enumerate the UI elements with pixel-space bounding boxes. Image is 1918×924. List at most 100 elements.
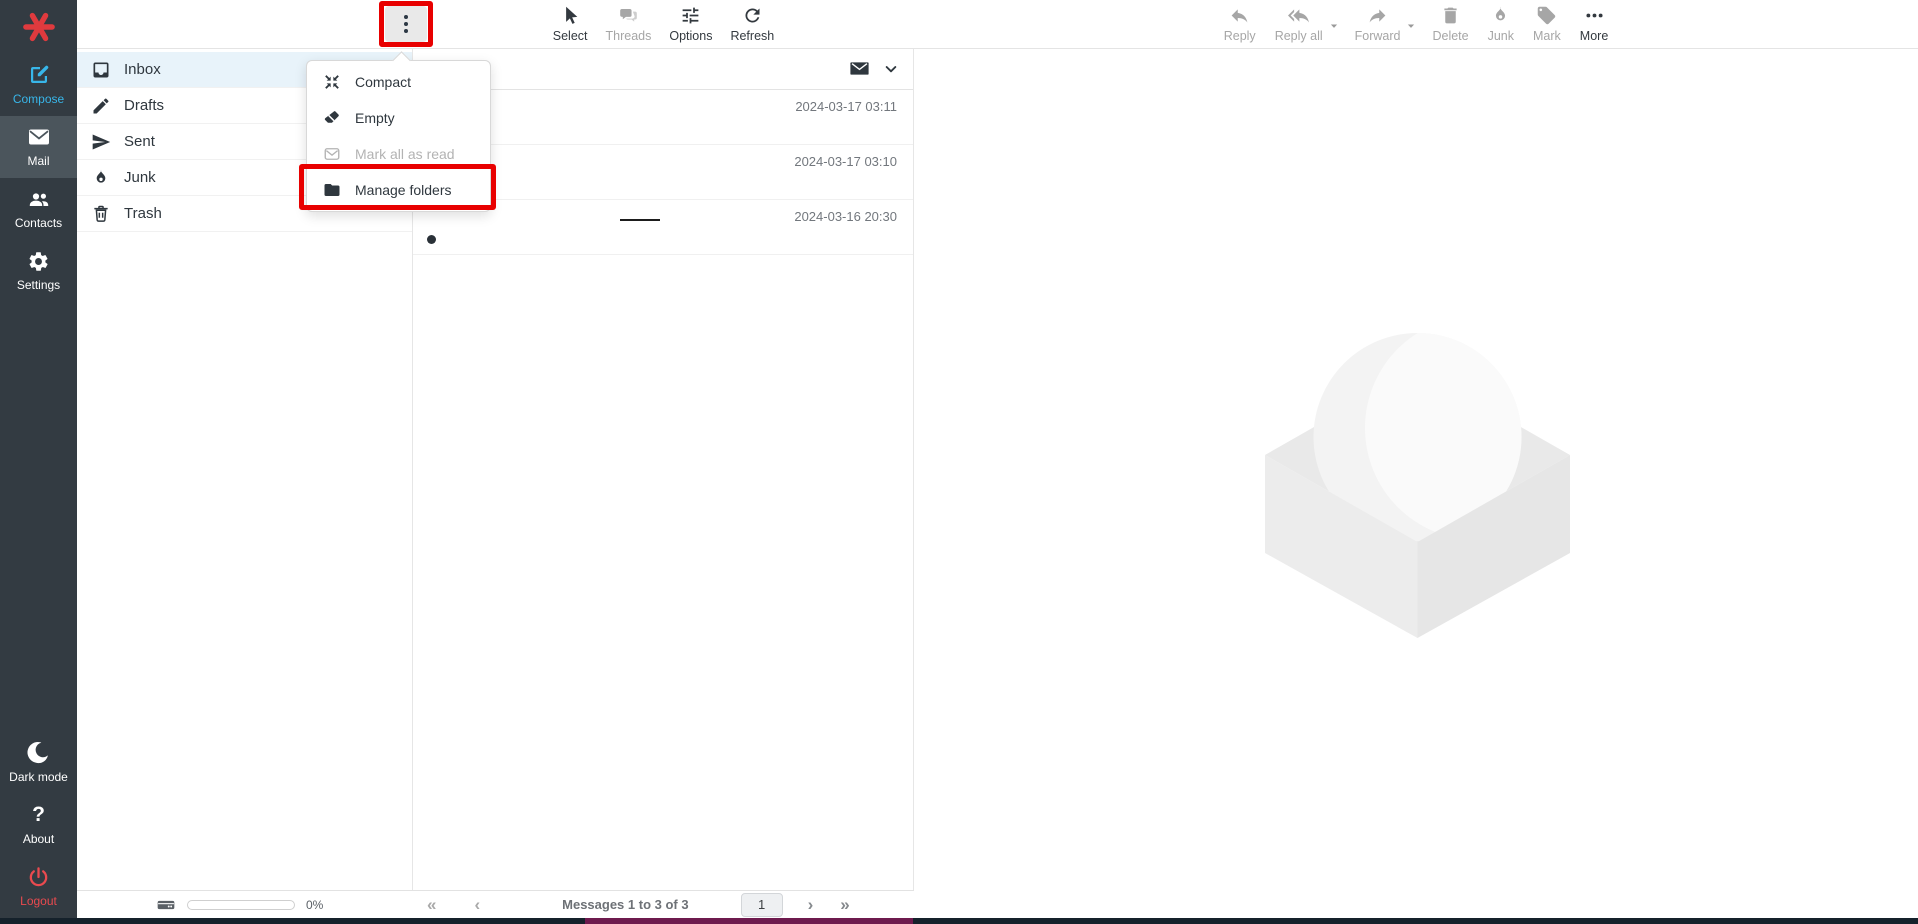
- eraser-icon: [323, 109, 341, 127]
- contacts-label: Contacts: [15, 216, 62, 230]
- menu-item-label: Compact: [355, 74, 411, 90]
- power-icon: [27, 865, 51, 889]
- mark-label: Mark: [1533, 29, 1561, 43]
- flame-icon: [1490, 5, 1511, 26]
- unread-dot: [427, 235, 436, 244]
- bottom-edge-strip: [0, 918, 1918, 924]
- pencil-icon: [91, 96, 111, 116]
- tag-icon: [1536, 5, 1557, 26]
- reply-all-button[interactable]: Reply all: [1272, 5, 1326, 43]
- select-label: Select: [553, 29, 588, 43]
- inbox-icon: [91, 60, 111, 80]
- sidebar-item-dark-mode[interactable]: Dark mode: [0, 732, 77, 794]
- threads-label: Threads: [606, 29, 652, 43]
- reply-button[interactable]: Reply: [1221, 5, 1259, 43]
- more-label: More: [1580, 29, 1608, 43]
- forward-icon: [1367, 5, 1388, 26]
- menu-item-empty[interactable]: Empty: [307, 100, 490, 136]
- forward-label: Forward: [1355, 29, 1401, 43]
- bottom-edge-magenta-segment: [585, 918, 913, 924]
- subject-placeholder-dash: [620, 219, 660, 221]
- gear-icon: [27, 249, 51, 273]
- compress-icon: [323, 73, 341, 91]
- select-button[interactable]: Select: [550, 5, 591, 43]
- trash-icon: [1440, 5, 1461, 26]
- roundcube-logo[interactable]: [0, 0, 77, 54]
- message-date: 2024-03-17 03:11: [795, 99, 897, 114]
- mail-label: Mail: [27, 154, 49, 168]
- first-page-button[interactable]: «: [427, 896, 436, 913]
- menu-item-manage-folders[interactable]: Manage folders: [307, 172, 490, 208]
- sidebar-item-about[interactable]: ? About: [0, 794, 77, 856]
- folder-icon: [323, 181, 341, 199]
- top-toolbar: Select Threads Options Refresh: [77, 0, 1918, 49]
- prev-page-button[interactable]: ‹: [474, 896, 480, 913]
- app-window: Select Threads Options Refresh: [0, 0, 1918, 924]
- delete-label: Delete: [1432, 29, 1468, 43]
- menu-item-label: Empty: [355, 110, 395, 126]
- reply-all-label: Reply all: [1275, 29, 1323, 43]
- logout-label: Logout: [20, 894, 57, 908]
- sidebar-item-compose[interactable]: Compose: [0, 54, 77, 116]
- menu-item-mark-all-read[interactable]: Mark all as read: [307, 136, 490, 172]
- threads-icon: [618, 5, 639, 26]
- quota-indicator: 0%: [77, 895, 413, 915]
- contacts-icon: [27, 187, 51, 211]
- junk-label: Junk: [1488, 29, 1514, 43]
- next-page-button[interactable]: ›: [808, 896, 814, 913]
- folder-label: Junk: [124, 169, 156, 186]
- reply-all-caret-icon[interactable]: [1329, 21, 1339, 31]
- message-count-status: Messages 1 to 3 of 3: [562, 897, 688, 912]
- question-mark-icon: ?: [27, 803, 51, 827]
- mail-icon: [27, 125, 51, 149]
- select-all-envelope-icon[interactable]: [849, 58, 870, 79]
- more-button[interactable]: More: [1577, 5, 1611, 43]
- sidebar-item-contacts[interactable]: Contacts: [0, 178, 77, 240]
- sidebar-item-mail[interactable]: Mail: [0, 116, 77, 178]
- message-toolbar: Reply Reply all Forward: [914, 0, 1918, 48]
- sidebar-item-logout[interactable]: Logout: [0, 856, 77, 918]
- flame-icon: [91, 168, 111, 188]
- quota-progress-bar: [187, 900, 295, 910]
- sidebar-item-settings[interactable]: Settings: [0, 240, 77, 302]
- reply-icon: [1229, 5, 1250, 26]
- paper-plane-icon: [91, 132, 111, 152]
- delete-button[interactable]: Delete: [1429, 5, 1471, 43]
- message-date: 2024-03-17 03:10: [794, 154, 897, 169]
- reply-all-icon: [1288, 5, 1309, 26]
- folder-label: Trash: [124, 205, 162, 222]
- dark-mode-label: Dark mode: [9, 770, 68, 784]
- options-button[interactable]: Options: [666, 5, 715, 43]
- refresh-icon: [742, 5, 763, 26]
- quota-percent: 0%: [306, 898, 323, 912]
- mark-button[interactable]: Mark: [1530, 5, 1564, 43]
- forward-button[interactable]: Forward: [1352, 5, 1404, 43]
- folder-label: Sent: [124, 133, 155, 150]
- list-toolbar: Select Threads Options Refresh: [413, 0, 914, 48]
- refresh-button[interactable]: Refresh: [727, 5, 777, 43]
- page-number-input[interactable]: [741, 893, 783, 917]
- menu-item-compact[interactable]: Compact: [307, 64, 490, 100]
- message-date: 2024-03-16 20:30: [794, 209, 897, 224]
- menu-item-label: Mark all as read: [355, 146, 455, 162]
- folder-label: Drafts: [124, 97, 164, 114]
- compose-icon: [27, 63, 51, 87]
- cursor-select-icon: [560, 5, 581, 26]
- last-page-button[interactable]: »: [840, 896, 849, 913]
- pagination: « ‹ Messages 1 to 3 of 3 › »: [413, 893, 914, 917]
- envelope-open-icon: [323, 145, 341, 163]
- status-footer: 0% « ‹ Messages 1 to 3 of 3 › »: [77, 890, 914, 918]
- chevron-down-icon[interactable]: [883, 61, 899, 77]
- junk-button[interactable]: Junk: [1485, 5, 1517, 43]
- kebab-menu-icon: [404, 12, 409, 35]
- asterisk-logo-icon: [20, 8, 58, 46]
- moon-icon: [27, 741, 51, 765]
- storage-disk-icon: [156, 895, 176, 915]
- threads-button[interactable]: Threads: [603, 5, 655, 43]
- trash-icon: [91, 204, 111, 224]
- roundcube-watermark: [1265, 330, 1570, 645]
- forward-caret-icon[interactable]: [1406, 21, 1416, 31]
- ellipsis-icon: [1584, 5, 1605, 26]
- compose-label: Compose: [13, 92, 64, 106]
- folder-options-menu: Compact Empty Mark all as read Manage fo…: [306, 60, 491, 212]
